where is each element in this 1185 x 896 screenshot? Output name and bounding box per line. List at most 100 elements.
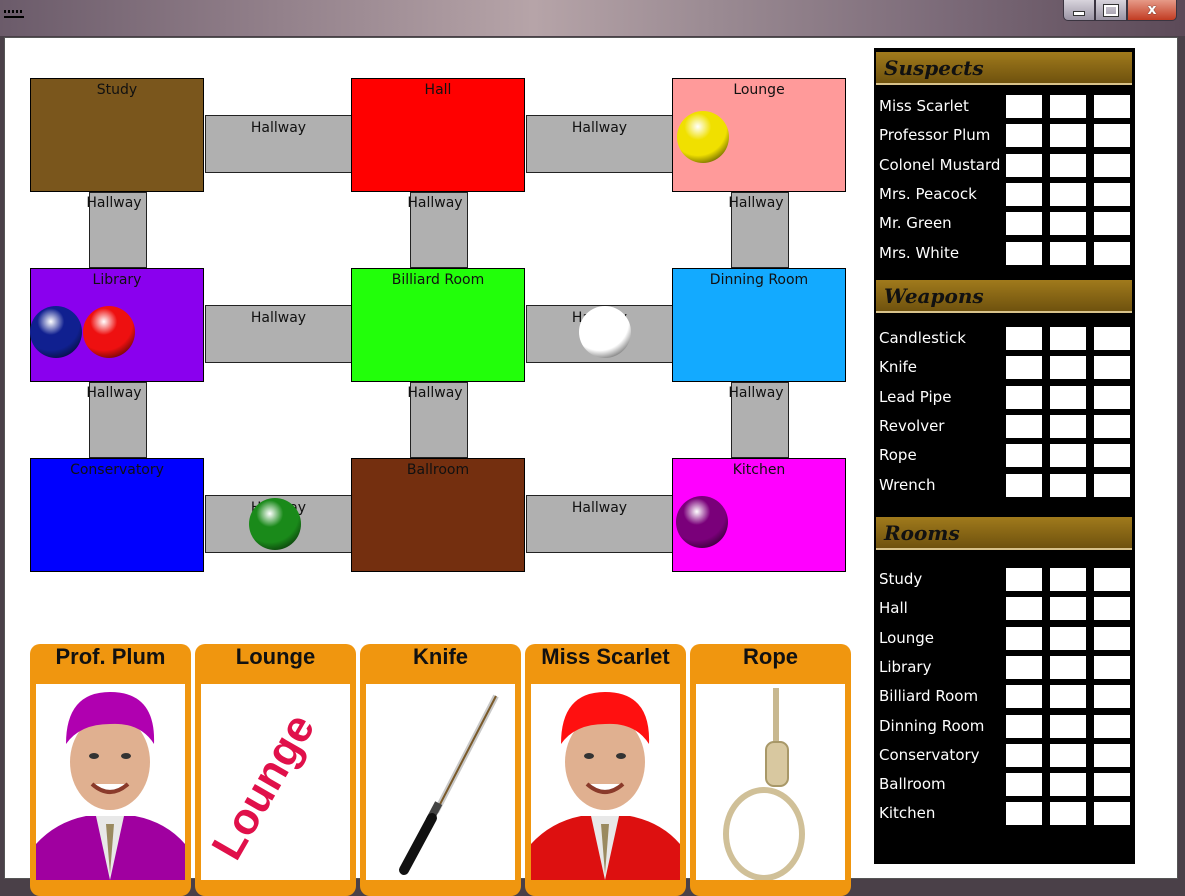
notes-checkbox[interactable]	[1094, 473, 1130, 497]
player-token-colonel-mustard[interactable]	[677, 111, 729, 163]
room-label: Kitchen	[732, 462, 786, 478]
card-knife[interactable]: Knife	[360, 644, 521, 896]
notes-checkbox[interactable]	[1094, 182, 1130, 206]
notes-checkbox[interactable]	[1050, 95, 1086, 118]
notes-checkbox[interactable]	[1006, 743, 1042, 767]
notes-checkbox[interactable]	[1050, 743, 1086, 767]
notes-row: Professor Plum	[874, 121, 1135, 150]
notes-checkbox[interactable]	[1006, 124, 1042, 148]
notes-checkbox[interactable]	[1006, 626, 1042, 650]
notes-checkbox[interactable]	[1050, 568, 1086, 591]
notes-item-label: Wrench	[879, 475, 936, 494]
notes-checkbox[interactable]	[1094, 655, 1130, 679]
hallway[interactable]: Hallway	[407, 382, 468, 458]
hallway[interactable]: Hallway	[728, 192, 789, 268]
notes-checkbox[interactable]	[1094, 95, 1130, 118]
notes-checkbox[interactable]	[1006, 655, 1042, 679]
notes-checkbox[interactable]	[1006, 356, 1042, 380]
player-token-professor-plum[interactable]	[676, 496, 728, 548]
notes-checkbox[interactable]	[1094, 356, 1130, 380]
notes-checkbox[interactable]	[1006, 473, 1042, 497]
notes-checkbox[interactable]	[1094, 241, 1130, 265]
notes-checkbox[interactable]	[1006, 414, 1042, 438]
notes-checkbox[interactable]	[1050, 773, 1086, 797]
notes-checkbox[interactable]	[1050, 212, 1086, 236]
notes-row: Billiard Room	[874, 682, 1135, 711]
notes-checkbox[interactable]	[1050, 124, 1086, 148]
notes-checkbox[interactable]	[1006, 597, 1042, 621]
card-title: Miss Scarlet	[541, 644, 670, 669]
room-dinning-room[interactable]: Dinning Room	[672, 268, 846, 382]
notes-checkbox[interactable]	[1006, 327, 1042, 350]
card-rope[interactable]: Rope	[690, 644, 851, 896]
player-token-mr-green[interactable]	[249, 498, 301, 550]
notes-checkbox[interactable]	[1006, 182, 1042, 206]
room-ballroom[interactable]: Ballroom	[351, 458, 525, 572]
player-token-mrs-white[interactable]	[579, 306, 631, 358]
notes-checkbox[interactable]	[1094, 597, 1130, 621]
card-lounge[interactable]: Lounge Lounge	[195, 644, 356, 896]
notes-checkbox[interactable]	[1050, 182, 1086, 206]
notes-checkbox[interactable]	[1050, 356, 1086, 380]
notes-checkbox[interactable]	[1006, 95, 1042, 118]
notes-checkbox[interactable]	[1050, 626, 1086, 650]
notes-checkbox[interactable]	[1006, 385, 1042, 409]
card-prof-plum[interactable]: Prof. Plum	[30, 644, 191, 896]
hallway-label: Hallway	[250, 310, 307, 326]
room-hall[interactable]: Hall	[351, 78, 525, 192]
notes-checkbox[interactable]	[1094, 714, 1130, 738]
player-token-miss-scarlet[interactable]	[83, 306, 135, 358]
notes-checkbox[interactable]	[1006, 444, 1042, 468]
hallway[interactable]: Hallway	[205, 115, 352, 173]
close-button[interactable]: x	[1127, 0, 1177, 21]
hallway[interactable]: Hallway	[205, 305, 352, 363]
notes-checkbox[interactable]	[1094, 773, 1130, 797]
notes-checkbox[interactable]	[1006, 568, 1042, 591]
notes-checkbox[interactable]	[1094, 327, 1130, 350]
notes-checkbox[interactable]	[1094, 124, 1130, 148]
notes-checkbox[interactable]	[1050, 473, 1086, 497]
room-study[interactable]: Study	[30, 78, 204, 192]
minimize-button[interactable]	[1063, 0, 1095, 21]
notes-checkbox[interactable]	[1006, 802, 1042, 826]
notes-checkbox[interactable]	[1006, 685, 1042, 709]
notes-checkbox[interactable]	[1094, 685, 1130, 709]
notes-checkbox[interactable]	[1094, 414, 1130, 438]
notes-checkbox[interactable]	[1050, 444, 1086, 468]
room-billiard-room[interactable]: Billiard Room	[351, 268, 525, 382]
notes-checkbox[interactable]	[1006, 714, 1042, 738]
notes-checkbox[interactable]	[1006, 773, 1042, 797]
notes-checkbox[interactable]	[1050, 327, 1086, 350]
card-miss-scarlet[interactable]: Miss Scarlet	[525, 644, 686, 896]
notes-checkbox[interactable]	[1006, 241, 1042, 265]
notes-checkbox[interactable]	[1050, 597, 1086, 621]
hallway[interactable]: Hallway	[407, 192, 468, 268]
notes-checkbox[interactable]	[1050, 385, 1086, 409]
notes-checkbox[interactable]	[1006, 212, 1042, 236]
hallway[interactable]: Hallway	[728, 382, 789, 458]
notes-checkbox[interactable]	[1094, 153, 1130, 177]
notes-checkbox[interactable]	[1094, 568, 1130, 591]
player-token-mrs-peacock[interactable]	[30, 306, 82, 358]
notes-checkbox[interactable]	[1050, 714, 1086, 738]
notes-checkbox[interactable]	[1050, 153, 1086, 177]
hallway[interactable]: Hallway	[86, 192, 147, 268]
notes-row: Dinning Room	[874, 712, 1135, 741]
notes-checkbox[interactable]	[1094, 385, 1130, 409]
notes-checkbox[interactable]	[1006, 153, 1042, 177]
notes-checkbox[interactable]	[1050, 241, 1086, 265]
notes-checkbox[interactable]	[1050, 685, 1086, 709]
notes-checkbox[interactable]	[1094, 444, 1130, 468]
room-conservatory[interactable]: Conservatory	[30, 458, 204, 572]
notes-checkbox[interactable]	[1094, 212, 1130, 236]
notes-checkbox[interactable]	[1094, 743, 1130, 767]
hallway[interactable]: Hallway	[526, 115, 673, 173]
notes-checkbox[interactable]	[1050, 655, 1086, 679]
hallway[interactable]: Hallway	[526, 495, 673, 553]
notes-checkbox[interactable]	[1050, 802, 1086, 826]
notes-checkbox[interactable]	[1094, 802, 1130, 826]
notes-checkbox[interactable]	[1050, 414, 1086, 438]
hallway[interactable]: Hallway	[86, 382, 147, 458]
notes-checkbox[interactable]	[1094, 626, 1130, 650]
maximize-button[interactable]	[1095, 0, 1127, 21]
